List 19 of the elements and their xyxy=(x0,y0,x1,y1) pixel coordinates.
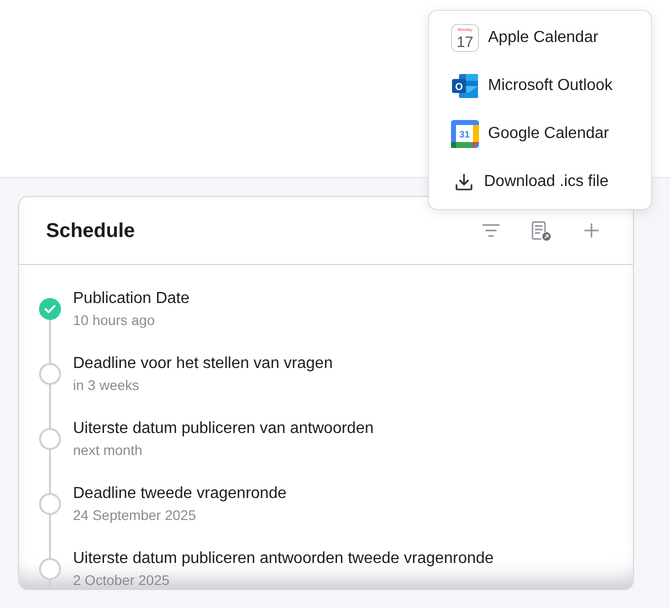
menu-item[interactable]: Download .ics file xyxy=(429,158,651,206)
event-title: Publication Date xyxy=(73,289,190,309)
event-title: Deadline voor het stellen van vragen xyxy=(73,354,333,374)
menu-item[interactable]: O Microsoft Outlook xyxy=(429,62,651,110)
document-icon xyxy=(531,220,551,240)
event-title: Uiterste datum publiceren van antwoorden xyxy=(73,419,374,439)
card-title: Schedule xyxy=(46,218,135,244)
download-icon xyxy=(455,173,473,191)
event-title: Deadline tweede vragenronde xyxy=(73,484,286,504)
event-time: in 3 weeks xyxy=(73,376,140,395)
menu-item[interactable]: 31 Google Calendar xyxy=(429,110,651,158)
plus-icon xyxy=(584,223,598,238)
event-time: 24 September 2025 xyxy=(73,506,197,525)
calendar-date-icon: 31 xyxy=(451,120,479,148)
event-time: 2 October 2025 xyxy=(73,571,171,589)
event-title: Uiterste datum publiceren antwoorden tweede vragenronde xyxy=(73,549,494,569)
filter-icon xyxy=(482,224,500,237)
event-time: next month xyxy=(73,441,144,460)
event-time: 10 hours ago xyxy=(73,311,156,330)
